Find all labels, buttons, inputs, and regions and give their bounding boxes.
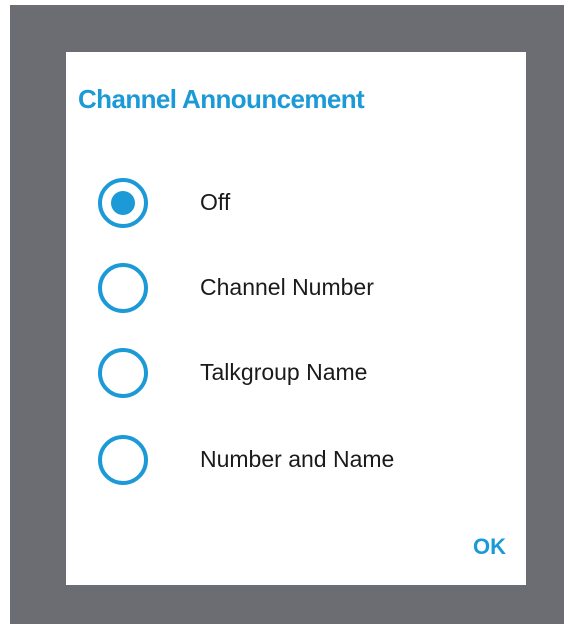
radio-button[interactable] xyxy=(98,263,148,313)
radio-button[interactable] xyxy=(98,348,148,398)
option-label: Number and Name xyxy=(200,446,395,472)
option-label: Off xyxy=(200,189,231,215)
dialog-title: Channel Announcement xyxy=(78,84,365,114)
radio-button[interactable] xyxy=(98,178,148,228)
option-channel-number[interactable]: Channel Number xyxy=(98,258,498,318)
option-number-and-name[interactable]: Number and Name xyxy=(98,430,498,490)
option-label: Channel Number xyxy=(200,274,374,300)
radio-button[interactable] xyxy=(98,435,148,485)
channel-announcement-dialog: Channel Announcement Off Channel Number … xyxy=(66,52,526,585)
radio-selected-dot xyxy=(111,191,135,215)
ok-button[interactable]: OK xyxy=(446,530,506,564)
option-talkgroup-name[interactable]: Talkgroup Name xyxy=(98,343,498,403)
option-label: Talkgroup Name xyxy=(200,359,368,385)
option-off[interactable]: Off xyxy=(98,173,498,233)
